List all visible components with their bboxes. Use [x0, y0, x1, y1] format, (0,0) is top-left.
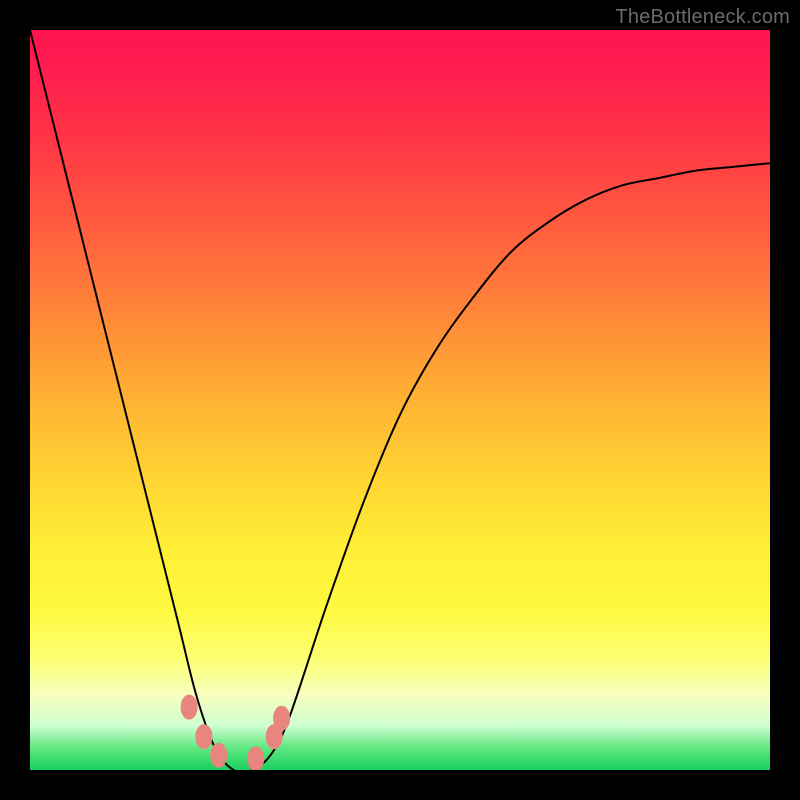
outer-frame: TheBottleneck.com [0, 0, 800, 800]
chart-svg [30, 30, 770, 770]
bottleneck-curve [30, 30, 770, 770]
curve-marker [274, 706, 290, 730]
curve-marker [248, 747, 264, 770]
watermark-text: TheBottleneck.com [615, 6, 790, 29]
curve-marker [181, 695, 197, 719]
curve-marker [196, 725, 212, 749]
curve-marker [211, 743, 227, 767]
plot-area [30, 30, 770, 770]
curve-markers [181, 695, 290, 770]
